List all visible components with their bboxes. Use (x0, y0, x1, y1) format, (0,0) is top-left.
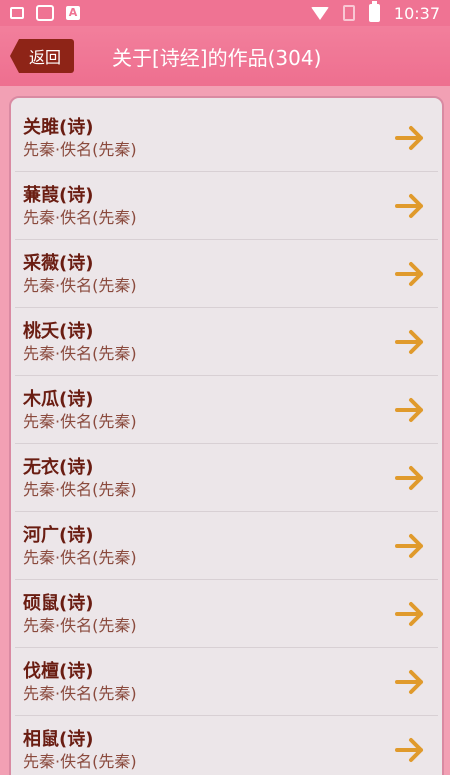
back-button[interactable]: 返回 (10, 39, 74, 73)
arrow-right-icon[interactable] (392, 120, 428, 156)
arrow-right-icon[interactable] (392, 596, 428, 632)
works-list: 关雎(诗) 先秦·佚名(先秦) 蒹葭(诗) 先秦·佚名(先秦) 采薇(诗) 先秦… (9, 96, 444, 775)
item-text: 硕鼠(诗) 先秦·佚名(先秦) (23, 592, 392, 636)
arrow-right-icon[interactable] (392, 528, 428, 564)
wifi-icon (310, 6, 329, 20)
arrow-right-icon[interactable] (392, 460, 428, 496)
list-item[interactable]: 蒹葭(诗) 先秦·佚名(先秦) (15, 172, 438, 240)
item-title: 河广(诗) (23, 524, 94, 546)
item-text: 相鼠(诗) 先秦·佚名(先秦) (23, 728, 392, 772)
arrow-right-icon[interactable] (392, 732, 428, 768)
arrow-right-icon[interactable] (392, 256, 428, 292)
item-subtitle: 先秦·佚名(先秦) (23, 547, 137, 567)
list-item[interactable]: 关雎(诗) 先秦·佚名(先秦) (15, 104, 438, 172)
item-text: 木瓜(诗) 先秦·佚名(先秦) (23, 388, 392, 432)
item-subtitle: 先秦·佚名(先秦) (23, 343, 137, 363)
clock: 10:37 (393, 3, 440, 23)
list-item[interactable]: 硕鼠(诗) 先秦·佚名(先秦) (15, 580, 438, 648)
arrow-right-icon[interactable] (392, 664, 428, 700)
list-item[interactable]: 无衣(诗) 先秦·佚名(先秦) (15, 444, 438, 512)
item-title: 相鼠(诗) (23, 728, 94, 750)
item-subtitle: 先秦·佚名(先秦) (23, 411, 137, 431)
list-item[interactable]: 相鼠(诗) 先秦·佚名(先秦) (15, 716, 438, 775)
item-text: 无衣(诗) 先秦·佚名(先秦) (23, 456, 392, 500)
item-subtitle: 先秦·佚名(先秦) (23, 683, 137, 703)
message-icon (10, 7, 24, 19)
item-title: 采薇(诗) (23, 252, 94, 274)
list-item[interactable]: 河广(诗) 先秦·佚名(先秦) (15, 512, 438, 580)
item-subtitle: 先秦·佚名(先秦) (23, 751, 137, 771)
status-bar: A 10:37 (0, 0, 450, 26)
battery-icon (368, 1, 380, 22)
no-sim-icon (342, 5, 355, 21)
item-subtitle: 先秦·佚名(先秦) (23, 615, 137, 635)
item-title: 伐檀(诗) (23, 660, 94, 682)
item-title: 蒹葭(诗) (23, 184, 94, 206)
item-title: 无衣(诗) (23, 456, 94, 478)
a-icon: A (66, 6, 80, 20)
item-title: 木瓜(诗) (23, 388, 94, 410)
item-text: 河广(诗) 先秦·佚名(先秦) (23, 524, 392, 568)
item-text: 蒹葭(诗) 先秦·佚名(先秦) (23, 184, 392, 228)
item-text: 桃夭(诗) 先秦·佚名(先秦) (23, 320, 392, 364)
list-item[interactable]: 木瓜(诗) 先秦·佚名(先秦) (15, 376, 438, 444)
item-subtitle: 先秦·佚名(先秦) (23, 275, 137, 295)
list-item[interactable]: 伐檀(诗) 先秦·佚名(先秦) (15, 648, 438, 716)
status-left: A (10, 5, 80, 21)
item-title: 关雎(诗) (23, 116, 94, 138)
item-text: 关雎(诗) 先秦·佚名(先秦) (23, 116, 392, 160)
status-right: 10:37 (310, 1, 440, 23)
item-text: 采薇(诗) 先秦·佚名(先秦) (23, 252, 392, 296)
app-bar: 返回 关于[诗经]的作品(304) (0, 26, 450, 86)
item-subtitle: 先秦·佚名(先秦) (23, 207, 137, 227)
list-item[interactable]: 采薇(诗) 先秦·佚名(先秦) (15, 240, 438, 308)
item-subtitle: 先秦·佚名(先秦) (23, 479, 137, 499)
arrow-right-icon[interactable] (392, 392, 428, 428)
item-text: 伐檀(诗) 先秦·佚名(先秦) (23, 660, 392, 704)
item-title: 桃夭(诗) (23, 320, 94, 342)
list-item[interactable]: 桃夭(诗) 先秦·佚名(先秦) (15, 308, 438, 376)
page-title: 关于[诗经]的作品(304) (112, 45, 322, 70)
item-title: 硕鼠(诗) (23, 592, 94, 614)
arrow-right-icon[interactable] (392, 188, 428, 224)
arrow-right-icon[interactable] (392, 324, 428, 360)
app-face-icon (36, 5, 54, 21)
item-subtitle: 先秦·佚名(先秦) (23, 139, 137, 159)
